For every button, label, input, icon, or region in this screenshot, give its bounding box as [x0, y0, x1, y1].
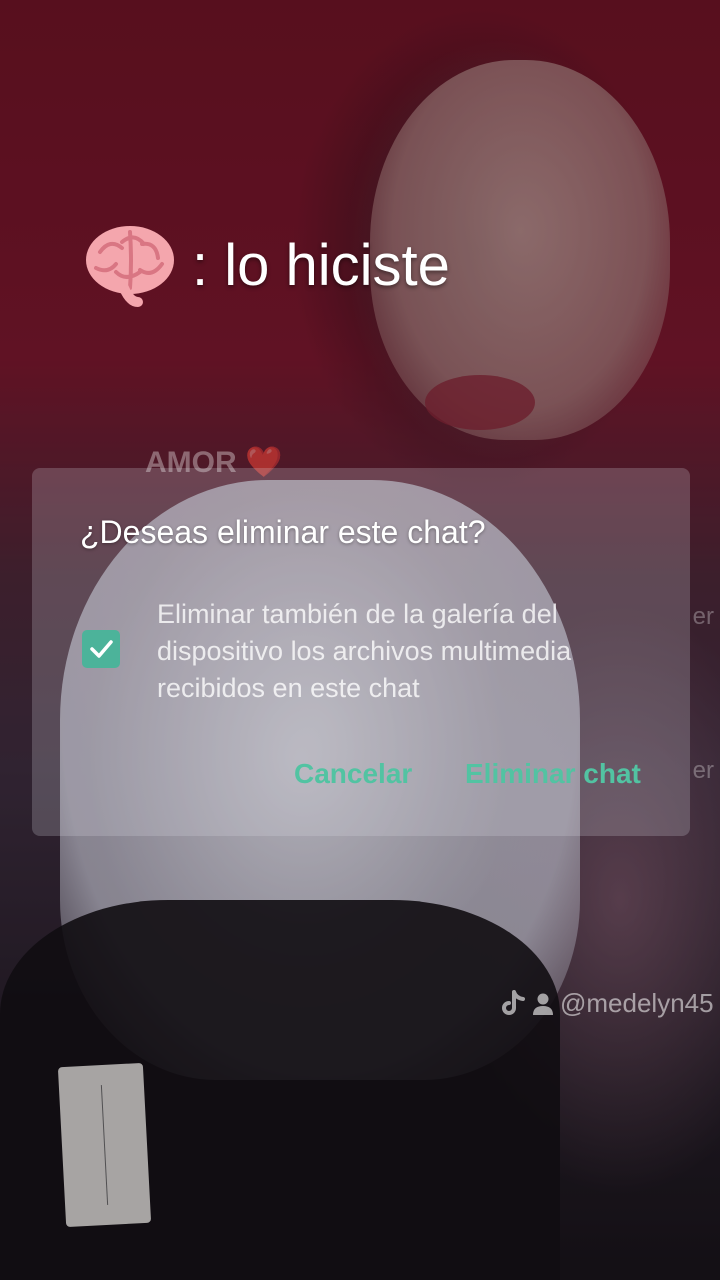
overlay-caption: : lo hiciste: [82, 222, 450, 308]
watermark-handle: @medelyn45: [560, 988, 714, 1018]
checkbox-label[interactable]: Eliminar también de la galería del dispo…: [157, 596, 627, 707]
chat-side-fragment: er: [692, 757, 714, 784]
cancel-button[interactable]: Cancelar: [294, 758, 412, 790]
delete-chat-button[interactable]: Eliminar chat: [465, 758, 641, 790]
tiktok-watermark: @medelyn45: [500, 988, 714, 1019]
tiktok-icon: [502, 989, 525, 1015]
check-icon: [90, 640, 113, 658]
caption-text: : lo hiciste: [192, 232, 450, 298]
dialog-title: ¿Deseas eliminar este chat?: [80, 514, 486, 550]
delete-chat-dialog: ¿Deseas eliminar este chat? Eliminar tam…: [32, 468, 690, 836]
user-icon: [533, 993, 553, 1015]
chat-side-fragment: er: [692, 603, 714, 630]
delete-media-checkbox[interactable]: [82, 630, 120, 668]
brain-icon: [82, 222, 178, 308]
